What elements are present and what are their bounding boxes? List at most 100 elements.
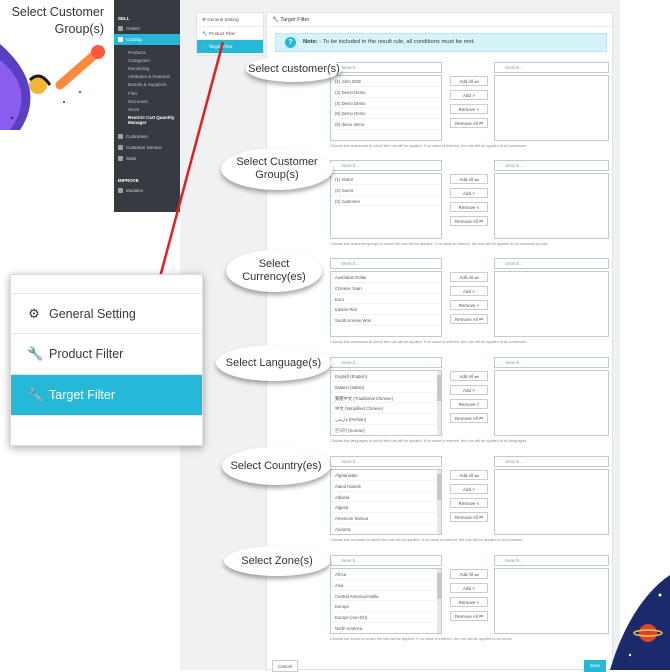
add-button[interactable]: Add > bbox=[450, 90, 488, 100]
sidebar-sub-monitoring[interactable]: Monitoring bbox=[114, 64, 180, 72]
sidebar-item-modules[interactable]: Modules bbox=[114, 185, 180, 196]
list-item[interactable]: Chinese Yuan bbox=[331, 283, 441, 294]
remove-button[interactable]: Remove < bbox=[450, 597, 488, 607]
zoom-tab-general-setting[interactable]: ⚙ General Setting bbox=[11, 293, 202, 334]
available-items-list[interactable]: (1) John DOE (3) Demo Demo (4) Demo Demo (5… bbox=[330, 75, 442, 141]
available-search-input[interactable]: Search... bbox=[330, 555, 442, 566]
list-item[interactable]: فارسی (Persian) bbox=[331, 414, 441, 425]
sidebar-sub-discounts[interactable]: Discounts bbox=[114, 97, 180, 105]
save-button[interactable]: Save bbox=[584, 660, 606, 672]
list-item[interactable]: Iranian Rial bbox=[331, 304, 441, 316]
remove-all-button[interactable]: Remove All ⏮ bbox=[450, 314, 488, 324]
list-item[interactable]: (6) demo demo bbox=[331, 119, 441, 130]
sidebar-sub-files[interactable]: Files bbox=[114, 89, 180, 97]
list-scrollbar[interactable] bbox=[437, 569, 441, 633]
selected-items-list[interactable] bbox=[494, 469, 609, 535]
list-item[interactable]: American Samoa bbox=[331, 513, 441, 524]
available-items-list[interactable]: (1) Visitor (2) Guest (3) Customer bbox=[330, 173, 442, 239]
list-item[interactable]: (4) Demo Demo bbox=[331, 98, 441, 109]
list-item[interactable]: Central America/Antilla bbox=[331, 591, 441, 602]
sidebar-item-customer-service[interactable]: Customer Service bbox=[114, 142, 180, 153]
sidebar-item-catalog[interactable]: Catalog bbox=[114, 34, 180, 45]
remove-button[interactable]: Remove < bbox=[450, 300, 488, 310]
available-items-list[interactable]: English (English) Italiano (Italian) 繁體中文 … bbox=[330, 370, 442, 436]
list-item[interactable]: Euro bbox=[331, 294, 441, 305]
list-item[interactable]: Asia bbox=[331, 580, 441, 591]
remove-button[interactable]: Remove < bbox=[450, 104, 488, 114]
available-search-input[interactable]: Search... bbox=[330, 456, 442, 467]
remove-all-button[interactable]: Remove All ⏮ bbox=[450, 413, 488, 423]
selected-search-input[interactable]: Search... bbox=[494, 456, 609, 467]
list-item[interactable]: 한국어 (Korean) bbox=[331, 425, 441, 435]
list-item[interactable]: (1) Visitor bbox=[331, 174, 441, 185]
list-scrollbar[interactable] bbox=[437, 470, 441, 534]
remove-all-button[interactable]: Remove All ⏮ bbox=[450, 512, 488, 522]
list-item[interactable]: English (English) bbox=[331, 371, 441, 382]
list-scrollbar[interactable] bbox=[437, 371, 441, 435]
list-item[interactable]: Europe (non-EU) bbox=[331, 612, 441, 623]
zoom-tab-target-filter[interactable]: 🔧 Target Filter bbox=[11, 375, 202, 416]
selected-search-input[interactable]: Search... bbox=[494, 62, 609, 73]
zoom-tab-product-filter[interactable]: 🔧 Product Filter bbox=[11, 334, 202, 375]
sidebar-sub-restrict-cart[interactable]: Restrict Cart Quantity Manager bbox=[114, 114, 180, 127]
remove-button[interactable]: Remove < bbox=[450, 498, 488, 508]
sidebar-sub-brands[interactable]: Brands & Suppliers bbox=[114, 81, 180, 89]
add-all-button[interactable]: Add All ⏭ bbox=[450, 174, 488, 184]
available-search-input[interactable]: Search... bbox=[330, 62, 442, 73]
list-item[interactable]: (5) Demo Demo bbox=[331, 108, 441, 120]
list-item[interactable]: (1) John DOE bbox=[331, 76, 441, 87]
selected-items-list[interactable] bbox=[494, 75, 609, 141]
cancel-button[interactable]: Cancel bbox=[272, 660, 298, 672]
selected-items-list[interactable] bbox=[494, 568, 609, 634]
tab-target-filter[interactable]: 🔧 Target Filter bbox=[197, 40, 263, 54]
available-search-input[interactable]: Search... bbox=[330, 160, 442, 171]
list-item[interactable]: Australian Dollar bbox=[331, 272, 441, 283]
add-button[interactable]: Add > bbox=[450, 385, 488, 395]
list-item[interactable]: (3) Demo Demo bbox=[331, 87, 441, 98]
add-button[interactable]: Add > bbox=[450, 484, 488, 494]
sidebar-item-stats[interactable]: Stats bbox=[114, 153, 180, 164]
add-button[interactable]: Add > bbox=[450, 188, 488, 198]
list-item[interactable]: South Korean Won bbox=[331, 315, 441, 326]
list-item[interactable]: 中文 (Simplified Chinese) bbox=[331, 403, 441, 415]
selected-search-input[interactable]: Search... bbox=[494, 160, 609, 171]
sidebar-item-customers[interactable]: Customers bbox=[114, 131, 180, 142]
list-item[interactable]: North America bbox=[331, 623, 441, 633]
selected-items-list[interactable] bbox=[494, 271, 609, 337]
add-button[interactable]: Add > bbox=[450, 286, 488, 296]
list-item[interactable]: Europe bbox=[331, 601, 441, 613]
available-search-input[interactable]: Search... bbox=[330, 357, 442, 368]
add-all-button[interactable]: Add All ⏭ bbox=[450, 569, 488, 579]
available-search-input[interactable]: Search... bbox=[330, 258, 442, 269]
list-item[interactable]: Italiano (Italian) bbox=[331, 382, 441, 393]
add-all-button[interactable]: Add All ⏭ bbox=[450, 470, 488, 480]
list-item[interactable]: Albania bbox=[331, 492, 441, 503]
tab-product-filter[interactable]: 🔧 Product Filter bbox=[197, 27, 263, 40]
add-all-button[interactable]: Add All ⏭ bbox=[450, 76, 488, 86]
list-item[interactable]: Africa bbox=[331, 569, 441, 580]
selected-items-list[interactable] bbox=[494, 173, 609, 239]
sidebar-sub-stock[interactable]: Stock bbox=[114, 105, 180, 113]
remove-all-button[interactable]: Remove All ⏮ bbox=[450, 118, 488, 128]
add-button[interactable]: Add > bbox=[450, 583, 488, 593]
sidebar-sub-categories[interactable]: Categories bbox=[114, 56, 180, 64]
list-item[interactable]: Algeria bbox=[331, 502, 441, 514]
list-item[interactable]: Afghanistan bbox=[331, 470, 441, 481]
list-item[interactable]: (3) Customer bbox=[331, 196, 441, 207]
sidebar-item-orders[interactable]: Orders bbox=[114, 23, 180, 34]
remove-all-button[interactable]: Remove All ⏮ bbox=[450, 611, 488, 621]
available-items-list[interactable]: Africa Asia Central America/Antilla Europe E… bbox=[330, 568, 442, 634]
tab-general-setting[interactable]: ⚙ General Setting bbox=[197, 13, 263, 27]
available-items-list[interactable]: Australian Dollar Chinese Yuan Euro Iranian… bbox=[330, 271, 442, 337]
remove-button[interactable]: Remove < bbox=[450, 399, 488, 409]
list-item[interactable]: (2) Guest bbox=[331, 185, 441, 196]
add-all-button[interactable]: Add All ⏭ bbox=[450, 371, 488, 381]
selected-items-list[interactable] bbox=[494, 370, 609, 436]
remove-button[interactable]: Remove < bbox=[450, 202, 488, 212]
selected-search-input[interactable]: Search... bbox=[494, 555, 609, 566]
available-items-list[interactable]: Afghanistan Aland Islands Albania Algeria Am… bbox=[330, 469, 442, 535]
list-item[interactable]: Andorra bbox=[331, 524, 441, 534]
selected-search-input[interactable]: Search... bbox=[494, 357, 609, 368]
list-item[interactable]: Aland Islands bbox=[331, 481, 441, 492]
add-all-button[interactable]: Add All ⏭ bbox=[450, 272, 488, 282]
